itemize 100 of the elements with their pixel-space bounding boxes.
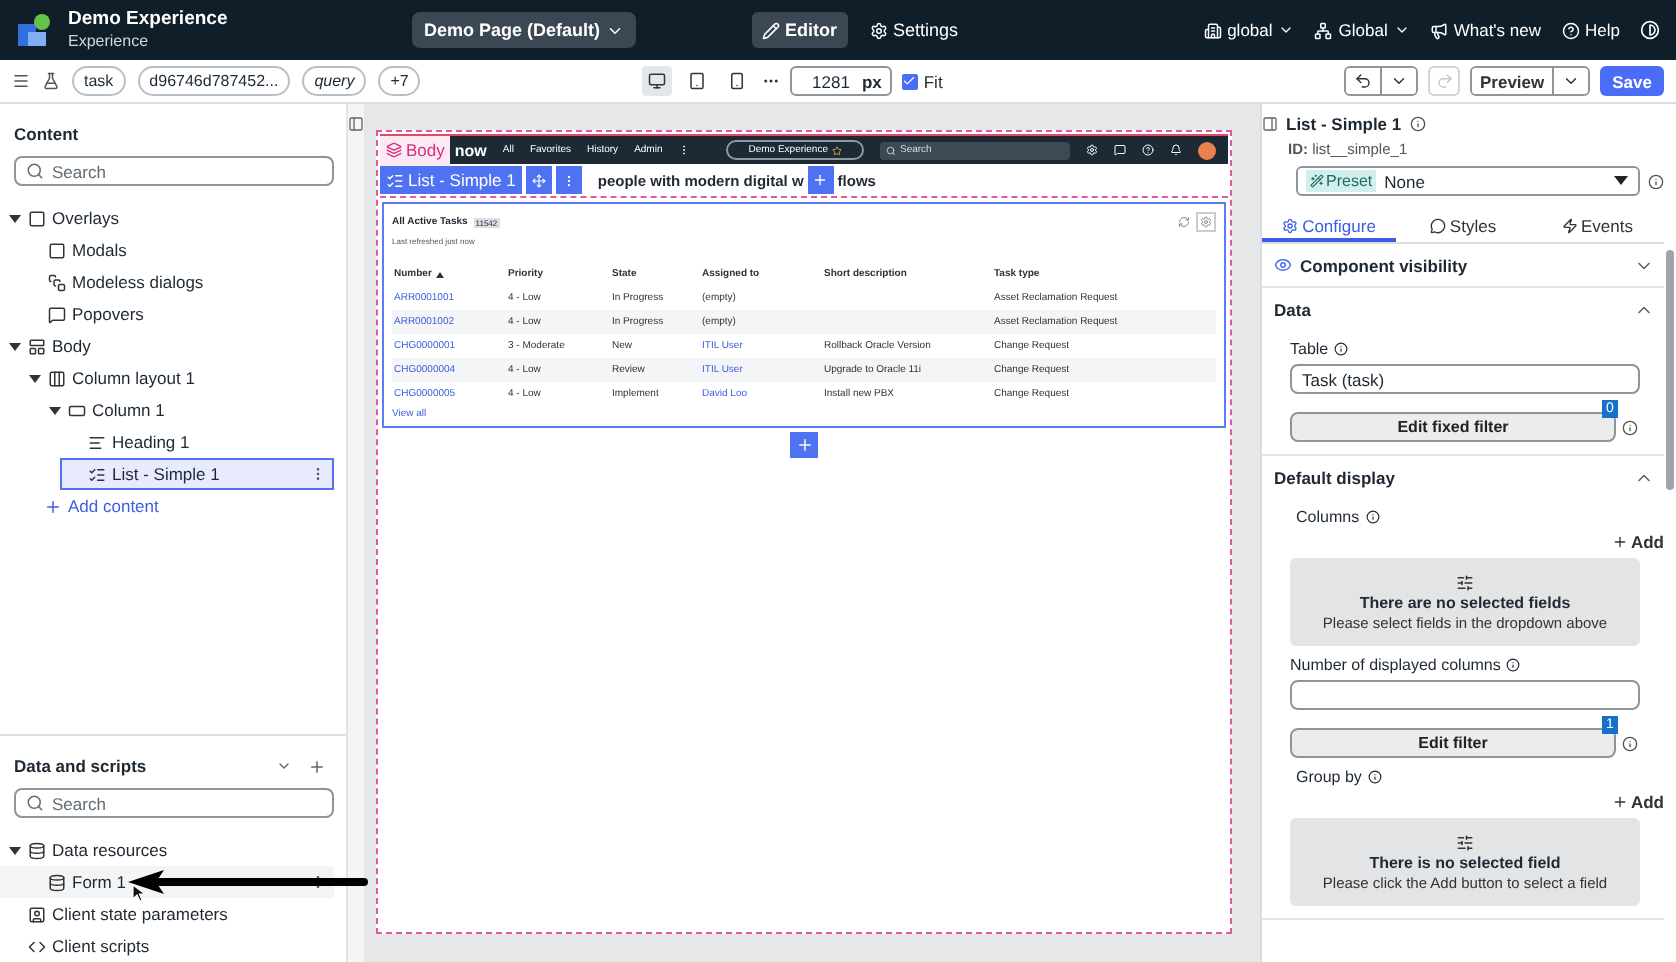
tree-item[interactable]: Heading 1	[0, 426, 334, 458]
move-button[interactable]	[525, 166, 552, 194]
theme-icon	[1640, 20, 1660, 40]
parameter-chip[interactable]: task	[72, 66, 126, 96]
body-tag[interactable]: Body	[380, 135, 451, 165]
tree-item[interactable]: Modals	[0, 234, 334, 266]
empty-title: There is no selected field	[1369, 853, 1561, 871]
width-field[interactable]: 1281 px	[790, 66, 892, 96]
settings-button[interactable]	[1196, 212, 1216, 232]
info-icon	[1622, 419, 1638, 435]
search-icon	[26, 794, 44, 812]
parameter-chip[interactable]: query	[302, 66, 367, 96]
phone-icon	[728, 72, 747, 90]
field-label: Table	[1290, 340, 1329, 358]
parameter-chip[interactable]: +7	[378, 66, 421, 96]
scrollbar[interactable]	[1666, 250, 1674, 490]
tree-item[interactable]: Data resources	[0, 834, 334, 866]
avatar-icon[interactable]	[1198, 141, 1216, 159]
nav-item[interactable]: What's new	[1429, 20, 1542, 40]
fields-icon	[1456, 833, 1474, 851]
settings-icon	[1282, 217, 1299, 233]
tree-item[interactable]: Modeless dialogs	[0, 266, 334, 298]
dialog-icon	[48, 273, 66, 291]
nav-item[interactable]: Help	[1561, 20, 1620, 40]
caret-icon[interactable]	[8, 843, 22, 857]
help-icon	[1561, 21, 1580, 39]
tree-item[interactable]: Column 1	[0, 394, 334, 426]
inspector-tab[interactable]: Configure	[1262, 212, 1396, 242]
info-icon	[1506, 658, 1521, 672]
text-field[interactable]	[1290, 680, 1640, 710]
mode-tab[interactable]: Editor	[751, 12, 848, 48]
parameter-chip[interactable]: d96746d787452...	[137, 66, 291, 96]
desktop-view-button[interactable]	[642, 66, 673, 96]
settings-icon	[869, 21, 888, 39]
component-title: List - Simple 1	[1286, 114, 1402, 134]
caret-icon[interactable]	[8, 339, 22, 353]
field-label: Group by	[1296, 768, 1362, 786]
inspector-tab[interactable]: Events	[1530, 212, 1664, 242]
inspector-tab[interactable]: Styles	[1396, 212, 1530, 242]
filter-button[interactable]: Edit filter	[1290, 728, 1616, 758]
database-icon	[28, 841, 46, 859]
tree-item-label: Data resources	[52, 840, 168, 860]
component-tag[interactable]: List - Simple 1	[380, 166, 522, 194]
preset-select[interactable]: Preset None	[1296, 166, 1640, 196]
more-button[interactable]	[555, 166, 582, 194]
fit-checkbox[interactable]: Fit	[901, 71, 943, 91]
app-title: Demo Experience	[68, 9, 228, 32]
popover-icon	[48, 305, 66, 323]
help-icon	[1142, 144, 1154, 156]
add-button[interactable]: Add	[1612, 532, 1664, 552]
add-content-link[interactable]: Add content	[0, 490, 159, 522]
tree-item-label: Overlays	[52, 208, 120, 228]
filter-button[interactable]: Edit fixed filter	[1290, 412, 1616, 442]
tree-item-label: Client scripts	[52, 936, 150, 956]
tree-item-label: Popovers	[72, 304, 144, 324]
search-field[interactable]: Search	[14, 788, 334, 818]
mode-tab[interactable]: Settings	[859, 12, 969, 48]
panel-toggle-icon	[347, 116, 364, 132]
field-label: Number of displayed columns	[1290, 656, 1501, 674]
site-logo: now	[454, 141, 487, 159]
columns-icon	[48, 369, 66, 387]
caret-icon[interactable]	[48, 403, 62, 417]
add-button[interactable]	[807, 166, 834, 194]
tree-item[interactable]: Popovers	[0, 298, 334, 330]
tree-item-label: Modals	[72, 240, 127, 260]
logo-icon	[16, 11, 52, 48]
fields-icon	[1456, 573, 1474, 591]
redo-icon	[1435, 72, 1453, 90]
section-header[interactable]: Component visibility	[1262, 244, 1664, 286]
chevron-icon	[1278, 22, 1295, 38]
tree-item[interactable]: Column layout 1	[0, 362, 334, 394]
caret-icon[interactable]	[28, 371, 42, 385]
nav-item[interactable]: global	[1203, 20, 1295, 40]
tree-item[interactable]: Client scripts	[0, 930, 334, 962]
search-field[interactable]: Search	[14, 156, 334, 186]
preview-button[interactable]: Preview	[1470, 66, 1591, 96]
caret-icon[interactable]	[8, 211, 22, 225]
layout-icon	[28, 337, 46, 355]
save-button[interactable]: Save	[1600, 66, 1664, 96]
sort-icon	[435, 271, 444, 277]
desktop-icon	[648, 72, 667, 90]
code-icon	[28, 937, 46, 955]
tree-item[interactable]: Client state parameters	[0, 898, 334, 930]
info-icon	[1622, 735, 1638, 751]
tree-item[interactable]: Overlays	[0, 202, 334, 234]
tree-item[interactable]: Body	[0, 330, 334, 362]
nav-item[interactable]: Global	[1314, 20, 1410, 40]
plus-icon	[812, 172, 829, 188]
text-field[interactable]: Task (task)	[1290, 364, 1640, 394]
section-header[interactable]: Default display	[1262, 456, 1664, 498]
menu-icon	[12, 72, 30, 90]
panel-toggle-icon	[1262, 116, 1278, 132]
page-menu[interactable]: Demo Page (Default)	[412, 12, 637, 48]
add-button[interactable]: Add	[1612, 792, 1664, 812]
section-header[interactable]: Data	[1262, 288, 1664, 330]
undo-button[interactable]	[1344, 66, 1418, 96]
chevron-icon	[1562, 72, 1581, 90]
add-button[interactable]	[790, 432, 818, 458]
tree-item[interactable]: List - Simple 1	[60, 458, 334, 490]
search-icon	[886, 145, 896, 155]
